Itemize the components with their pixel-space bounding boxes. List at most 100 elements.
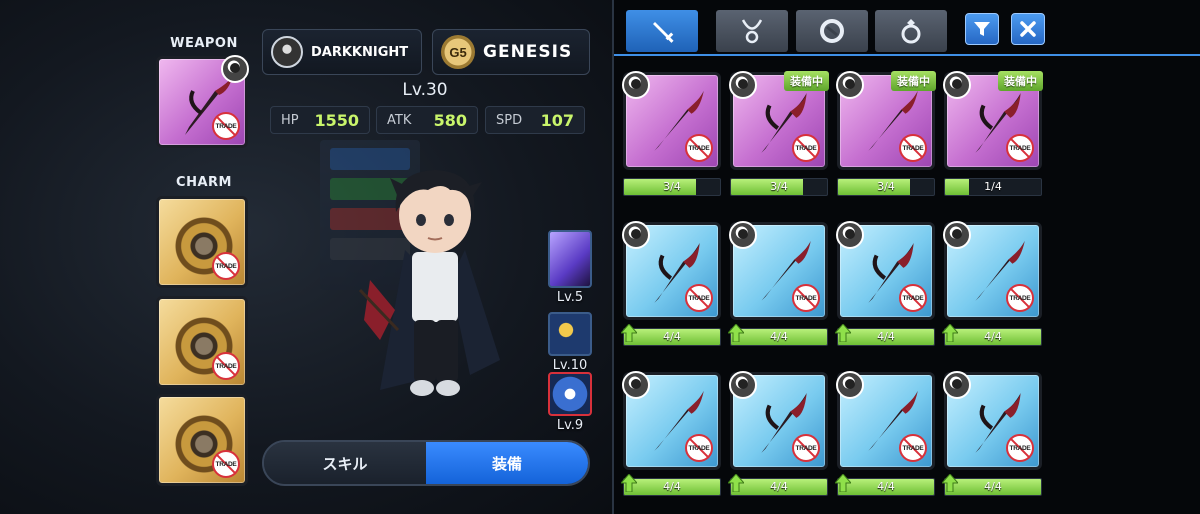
inventory-item[interactable]: TRADE [836, 371, 935, 470]
player-level: Lv.30 [402, 80, 448, 100]
item-progress-bar: 3/4 [837, 178, 935, 196]
tab-weapon[interactable] [626, 10, 698, 52]
item-progress-bar: 4/4 [837, 478, 935, 496]
charm-slot-1[interactable]: TRADE [156, 196, 248, 288]
charm-slot-3[interactable]: TRADE [156, 394, 248, 486]
item-progress-bar: 4/4 [730, 328, 828, 346]
owner-avatar-icon [836, 371, 864, 399]
no-trade-icon: TRADE [899, 134, 927, 162]
equipped-weapon-slot[interactable]: TRADE [156, 55, 249, 148]
tab-necklace[interactable] [716, 10, 788, 52]
progress-text: 4/4 [877, 330, 895, 343]
item-progress-bar: 4/4 [837, 328, 935, 346]
inventory-item[interactable]: TRADE 装備中 [729, 71, 829, 170]
filter-button[interactable] [965, 13, 999, 45]
progress-text: 4/4 [770, 330, 788, 343]
necklace-icon [741, 19, 763, 44]
no-trade-icon: TRADE [212, 112, 240, 140]
skill-slot-3[interactable]: Lv.9 [546, 372, 594, 436]
upgrade-arrow-icon [621, 324, 637, 342]
progress-text: 4/4 [770, 480, 788, 493]
inventory-item[interactable]: TRADE 装備中 [943, 71, 1043, 170]
owner-avatar-icon [729, 221, 757, 249]
no-trade-icon: TRADE [899, 434, 927, 462]
no-trade-icon: TRADE [792, 284, 820, 312]
no-trade-icon: TRADE [1006, 434, 1034, 462]
close-button[interactable] [1011, 13, 1045, 45]
guild-name-plate[interactable]: G5 GENESIS [432, 29, 590, 75]
upgrade-arrow-icon [942, 474, 958, 492]
progress-text: 4/4 [984, 330, 1002, 343]
item-progress-bar: 4/4 [623, 328, 721, 346]
skill-level: Lv.9 [556, 418, 584, 433]
no-trade-icon: TRADE [212, 450, 240, 478]
dark-slash-skill-icon [548, 230, 592, 288]
inventory-item[interactable]: TRADE [729, 371, 828, 470]
player-name-plate[interactable]: DARKKNIGHT [262, 29, 422, 75]
filter-icon [974, 22, 990, 36]
inventory-item[interactable]: TRADE [836, 221, 935, 320]
owner-avatar-icon [943, 371, 971, 399]
skill-level: Lv.10 [552, 358, 588, 373]
tab-ring[interactable] [875, 10, 947, 52]
inventory-item[interactable]: TRADE [943, 221, 1042, 320]
owner-avatar-icon [943, 71, 971, 99]
inventory-item[interactable]: TRADE 装備中 [836, 71, 936, 170]
trade-label: TRADE [688, 145, 710, 152]
player-name: DARKKNIGHT [311, 44, 409, 60]
trade-label: TRADE [902, 445, 924, 452]
stat-atk: ATK 580 [376, 106, 478, 134]
stat-value: 1550 [314, 110, 359, 130]
upgrade-arrow-icon [942, 324, 958, 342]
trade-label: TRADE [688, 295, 710, 302]
no-trade-icon: TRADE [685, 434, 713, 462]
stat-value: 580 [433, 110, 467, 130]
inventory-item[interactable]: TRADE [622, 71, 721, 170]
inventory-item[interactable]: TRADE [729, 221, 828, 320]
item-progress-bar: 4/4 [730, 478, 828, 496]
item-progress-bar: 3/4 [623, 178, 721, 196]
item-progress-bar: 1/4 [944, 178, 1042, 196]
no-trade-icon: TRADE [1006, 134, 1034, 162]
guild-rank-badge: G5 [441, 35, 475, 69]
summon-skill-icon [548, 312, 592, 356]
owner-avatar-icon [836, 71, 864, 99]
skill-slot-2[interactable]: Lv.10 [546, 312, 594, 376]
owner-avatar-icon [622, 71, 650, 99]
guild-name: GENESIS [483, 42, 573, 62]
close-icon [1020, 21, 1036, 37]
inventory-item[interactable]: TRADE [622, 371, 721, 470]
trade-label: TRADE [795, 445, 817, 452]
trade-label: TRADE [795, 145, 817, 152]
inventory-item[interactable]: TRADE [943, 371, 1042, 470]
item-progress-bar: 4/4 [944, 478, 1042, 496]
progress-text: 1/4 [984, 180, 1002, 193]
upgrade-arrow-icon [621, 474, 637, 492]
trade-label: TRADE [1009, 445, 1031, 452]
progress-text: 3/4 [770, 180, 788, 193]
tab-charm[interactable] [796, 10, 868, 52]
progress-text: 4/4 [663, 480, 681, 493]
inventory-item[interactable]: TRADE [622, 221, 721, 320]
no-trade-icon: TRADE [792, 434, 820, 462]
debuff-skill-icon [548, 372, 592, 416]
owner-avatar-icon [729, 71, 757, 99]
stat-hp: HP 1550 [270, 106, 370, 134]
no-trade-icon: TRADE [212, 252, 240, 280]
stat-label: SPD [496, 112, 523, 128]
charm-slot-2[interactable]: TRADE [156, 296, 248, 388]
equip-tab-button[interactable]: 装備 [426, 442, 588, 484]
equipment-screen-background [0, 0, 612, 514]
character-model[interactable] [350, 160, 520, 410]
skill-tab-button[interactable]: スキル [264, 442, 426, 484]
no-trade-icon: TRADE [792, 134, 820, 162]
charm-icon [820, 19, 844, 43]
skill-slot-1[interactable]: Lv.5 [546, 230, 594, 305]
owner-avatar-icon [836, 221, 864, 249]
skill-equip-toggle: スキル 装備 [262, 440, 590, 486]
owner-avatar-icon [729, 371, 757, 399]
charm-slot-heading: CHARM [176, 175, 232, 190]
stat-value: 107 [540, 110, 574, 130]
player-avatar [271, 36, 303, 68]
equipped-tag: 装備中 [784, 71, 829, 91]
